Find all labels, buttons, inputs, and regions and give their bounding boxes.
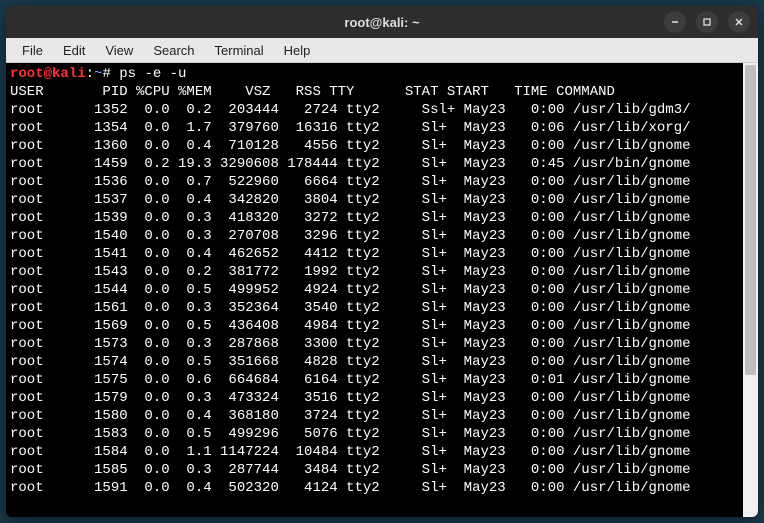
terminal-area[interactable]: root@kali:~# ps -e -uUSER PID %CPU %MEM … — [6, 63, 758, 517]
prompt-hash: # — [102, 66, 119, 82]
process-row: root 1541 0.0 0.4 462652 4412 tty2 Sl+ M… — [10, 245, 738, 263]
process-row: root 1573 0.0 0.3 287868 3300 tty2 Sl+ M… — [10, 335, 738, 353]
scrollbar[interactable] — [743, 63, 758, 517]
process-row: root 1540 0.0 0.3 270708 3296 tty2 Sl+ M… — [10, 227, 738, 245]
process-row: root 1536 0.0 0.7 522960 6664 tty2 Sl+ M… — [10, 173, 738, 191]
process-row: root 1583 0.0 0.5 499296 5076 tty2 Sl+ M… — [10, 425, 738, 443]
close-button[interactable] — [728, 11, 750, 33]
process-row: root 1544 0.0 0.5 499952 4924 tty2 Sl+ M… — [10, 281, 738, 299]
menu-search[interactable]: Search — [143, 40, 204, 61]
process-row: root 1575 0.0 0.6 664684 6164 tty2 Sl+ M… — [10, 371, 738, 389]
process-row: root 1537 0.0 0.4 342820 3804 tty2 Sl+ M… — [10, 191, 738, 209]
menu-view[interactable]: View — [95, 40, 143, 61]
scrollbar-thumb[interactable] — [745, 65, 756, 375]
terminal-output[interactable]: root@kali:~# ps -e -uUSER PID %CPU %MEM … — [6, 63, 742, 517]
prompt-command: ps -e -u — [119, 66, 186, 82]
titlebar[interactable]: root@kali: ~ — [6, 6, 758, 38]
maximize-button[interactable] — [696, 11, 718, 33]
process-row: root 1543 0.0 0.2 381772 1992 tty2 Sl+ M… — [10, 263, 738, 281]
prompt-user: root@kali — [10, 66, 86, 82]
process-row: root 1569 0.0 0.5 436408 4984 tty2 Sl+ M… — [10, 317, 738, 335]
menu-file[interactable]: File — [12, 40, 53, 61]
process-row: root 1352 0.0 0.2 203444 2724 tty2 Ssl+ … — [10, 101, 738, 119]
menu-edit[interactable]: Edit — [53, 40, 95, 61]
process-row: root 1580 0.0 0.4 368180 3724 tty2 Sl+ M… — [10, 407, 738, 425]
ps-header: USER PID %CPU %MEM VSZ RSS TTY STAT STAR… — [10, 83, 738, 101]
process-row: root 1574 0.0 0.5 351668 4828 tty2 Sl+ M… — [10, 353, 738, 371]
minimize-button[interactable] — [664, 11, 686, 33]
process-row: root 1585 0.0 0.3 287744 3484 tty2 Sl+ M… — [10, 461, 738, 479]
prompt-sep: : — [86, 66, 94, 82]
menubar: File Edit View Search Terminal Help — [6, 38, 758, 63]
menu-terminal[interactable]: Terminal — [205, 40, 274, 61]
process-row: root 1539 0.0 0.3 418320 3272 tty2 Sl+ M… — [10, 209, 738, 227]
close-icon — [734, 17, 744, 27]
prompt-line: root@kali:~# ps -e -u — [10, 65, 738, 83]
process-row: root 1579 0.0 0.3 473324 3516 tty2 Sl+ M… — [10, 389, 738, 407]
process-row: root 1354 0.0 1.7 379760 16316 tty2 Sl+ … — [10, 119, 738, 137]
window-controls — [664, 11, 750, 33]
menu-help[interactable]: Help — [274, 40, 321, 61]
window-title: root@kali: ~ — [6, 15, 758, 30]
process-row: root 1584 0.0 1.1 1147224 10484 tty2 Sl+… — [10, 443, 738, 461]
process-row: root 1561 0.0 0.3 352364 3540 tty2 Sl+ M… — [10, 299, 738, 317]
maximize-icon — [702, 17, 712, 27]
minimize-icon — [670, 17, 680, 27]
process-row: root 1360 0.0 0.4 710128 4556 tty2 Sl+ M… — [10, 137, 738, 155]
process-row: root 1459 0.2 19.3 3290608 178444 tty2 S… — [10, 155, 738, 173]
terminal-window: root@kali: ~ File Edit View Search Termi… — [6, 6, 758, 517]
process-row: root 1591 0.0 0.4 502320 4124 tty2 Sl+ M… — [10, 479, 738, 497]
